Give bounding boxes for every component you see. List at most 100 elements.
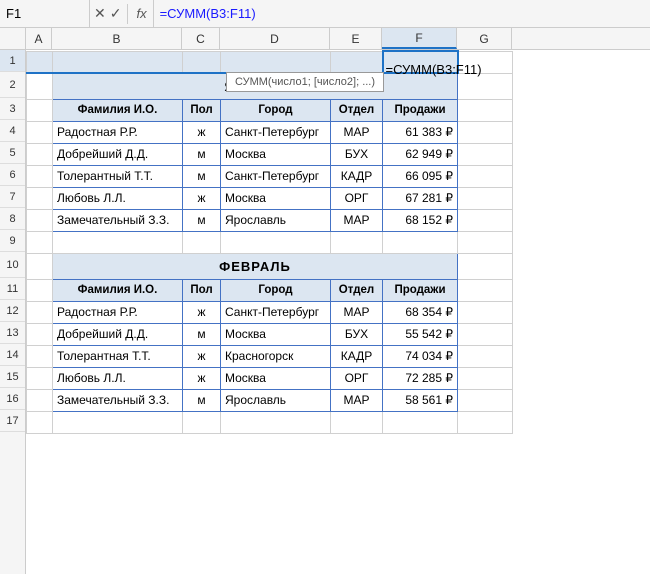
row-header-17[interactable]: 17: [0, 410, 25, 432]
cell-g11[interactable]: [458, 279, 513, 301]
row-header-16[interactable]: 16: [0, 388, 25, 410]
row-header-2[interactable]: 2: [0, 72, 25, 98]
cell-f8[interactable]: 68 152 ₽: [383, 209, 458, 231]
cell-f13[interactable]: 55 542 ₽: [383, 323, 458, 345]
row-header-10[interactable]: 10: [0, 252, 25, 278]
cell-e11[interactable]: Отдел: [331, 279, 383, 301]
cell-e13[interactable]: БУХ: [331, 323, 383, 345]
cell-g3[interactable]: [458, 99, 513, 121]
cell-e12[interactable]: МАР: [331, 301, 383, 323]
cell-f9[interactable]: [383, 231, 458, 253]
cell-c8[interactable]: м: [183, 209, 221, 231]
cell-b5[interactable]: Добрейший Д.Д.: [53, 143, 183, 165]
cell-name-box[interactable]: F1: [0, 0, 90, 27]
cell-d15[interactable]: Москва: [221, 367, 331, 389]
cell-b16[interactable]: Замечательный З.З.: [53, 389, 183, 411]
formula-input[interactable]: =СУММ(B3:F11): [154, 6, 650, 21]
cell-f4[interactable]: 61 383 ₽: [383, 121, 458, 143]
cell-a16[interactable]: [27, 389, 53, 411]
cell-c12[interactable]: ж: [183, 301, 221, 323]
cell-d12[interactable]: Санкт-Петербург: [221, 301, 331, 323]
cell-b11[interactable]: Фамилия И.О.: [53, 279, 183, 301]
col-header-e[interactable]: E: [330, 28, 382, 49]
cell-d5[interactable]: Москва: [221, 143, 331, 165]
cell-d4[interactable]: Санкт-Петербург: [221, 121, 331, 143]
cell-f1[interactable]: =СУММ(B3:F11): [383, 51, 458, 73]
cancel-formula-icon[interactable]: ✕: [94, 5, 106, 22]
cell-d14[interactable]: Красногорск: [221, 345, 331, 367]
cell-b17[interactable]: [53, 411, 183, 433]
cell-c7[interactable]: ж: [183, 187, 221, 209]
cell-c11[interactable]: Пол: [183, 279, 221, 301]
cell-a2[interactable]: [27, 73, 53, 99]
cell-d3[interactable]: Город: [221, 99, 331, 121]
cell-e7[interactable]: ОРГ: [331, 187, 383, 209]
cell-e16[interactable]: МАР: [331, 389, 383, 411]
cell-a7[interactable]: [27, 187, 53, 209]
cell-d9[interactable]: [221, 231, 331, 253]
cell-f17[interactable]: [383, 411, 458, 433]
col-header-f[interactable]: F: [382, 28, 457, 49]
cell-a10[interactable]: [27, 253, 53, 279]
cell-c9[interactable]: [183, 231, 221, 253]
col-header-d[interactable]: D: [220, 28, 330, 49]
cell-g8[interactable]: [458, 209, 513, 231]
cell-d6[interactable]: Санкт-Петербург: [221, 165, 331, 187]
cell-g6[interactable]: [458, 165, 513, 187]
cell-e17[interactable]: [331, 411, 383, 433]
row-header-8[interactable]: 8: [0, 208, 25, 230]
row-header-13[interactable]: 13: [0, 322, 25, 344]
cell-b15[interactable]: Любовь Л.Л.: [53, 367, 183, 389]
cell-c4[interactable]: ж: [183, 121, 221, 143]
cell-b7[interactable]: Любовь Л.Л.: [53, 187, 183, 209]
cell-d8[interactable]: Ярославль: [221, 209, 331, 231]
row-header-11[interactable]: 11: [0, 278, 25, 300]
cell-f6[interactable]: 66 095 ₽: [383, 165, 458, 187]
cell-e15[interactable]: ОРГ: [331, 367, 383, 389]
cell-e1[interactable]: [331, 51, 383, 73]
cell-g13[interactable]: [458, 323, 513, 345]
row-header-3[interactable]: 3: [0, 98, 25, 120]
col-header-a[interactable]: A: [26, 28, 52, 49]
cell-g12[interactable]: [458, 301, 513, 323]
cell-b4[interactable]: Радостная Р.Р.: [53, 121, 183, 143]
row-header-12[interactable]: 12: [0, 300, 25, 322]
cell-f7[interactable]: 67 281 ₽: [383, 187, 458, 209]
row-header-5[interactable]: 5: [0, 142, 25, 164]
cell-f14[interactable]: 74 034 ₽: [383, 345, 458, 367]
cell-a8[interactable]: [27, 209, 53, 231]
row-header-6[interactable]: 6: [0, 164, 25, 186]
cell-e8[interactable]: МАР: [331, 209, 383, 231]
cell-g17[interactable]: [458, 411, 513, 433]
cell-a15[interactable]: [27, 367, 53, 389]
cell-b3[interactable]: Фамилия И.О.: [53, 99, 183, 121]
cell-a12[interactable]: [27, 301, 53, 323]
cell-f12[interactable]: 68 354 ₽: [383, 301, 458, 323]
cell-g16[interactable]: [458, 389, 513, 411]
cell-d1[interactable]: [221, 51, 331, 73]
cell-e9[interactable]: [331, 231, 383, 253]
cell-e5[interactable]: БУХ: [331, 143, 383, 165]
cell-d11[interactable]: Город: [221, 279, 331, 301]
cell-b6[interactable]: Толерантный Т.Т.: [53, 165, 183, 187]
cell-c16[interactable]: м: [183, 389, 221, 411]
cell-c14[interactable]: ж: [183, 345, 221, 367]
confirm-formula-icon[interactable]: ✓: [110, 5, 122, 22]
cell-d17[interactable]: [221, 411, 331, 433]
cell-e6[interactable]: КАДР: [331, 165, 383, 187]
cell-a3[interactable]: [27, 99, 53, 121]
cell-a1[interactable]: [27, 51, 53, 73]
cell-f3[interactable]: Продажи: [383, 99, 458, 121]
cell-g10[interactable]: [458, 253, 513, 279]
row-header-4[interactable]: 4: [0, 120, 25, 142]
cell-f11[interactable]: Продажи: [383, 279, 458, 301]
cell-b1[interactable]: [53, 51, 183, 73]
cell-b12[interactable]: Радостная Р.Р.: [53, 301, 183, 323]
row-header-7[interactable]: 7: [0, 186, 25, 208]
row-header-14[interactable]: 14: [0, 344, 25, 366]
cell-b8[interactable]: Замечательный З.З.: [53, 209, 183, 231]
cell-d13[interactable]: Москва: [221, 323, 331, 345]
cell-c1[interactable]: [183, 51, 221, 73]
cell-b13[interactable]: Добрейший Д.Д.: [53, 323, 183, 345]
col-header-g[interactable]: G: [457, 28, 512, 49]
